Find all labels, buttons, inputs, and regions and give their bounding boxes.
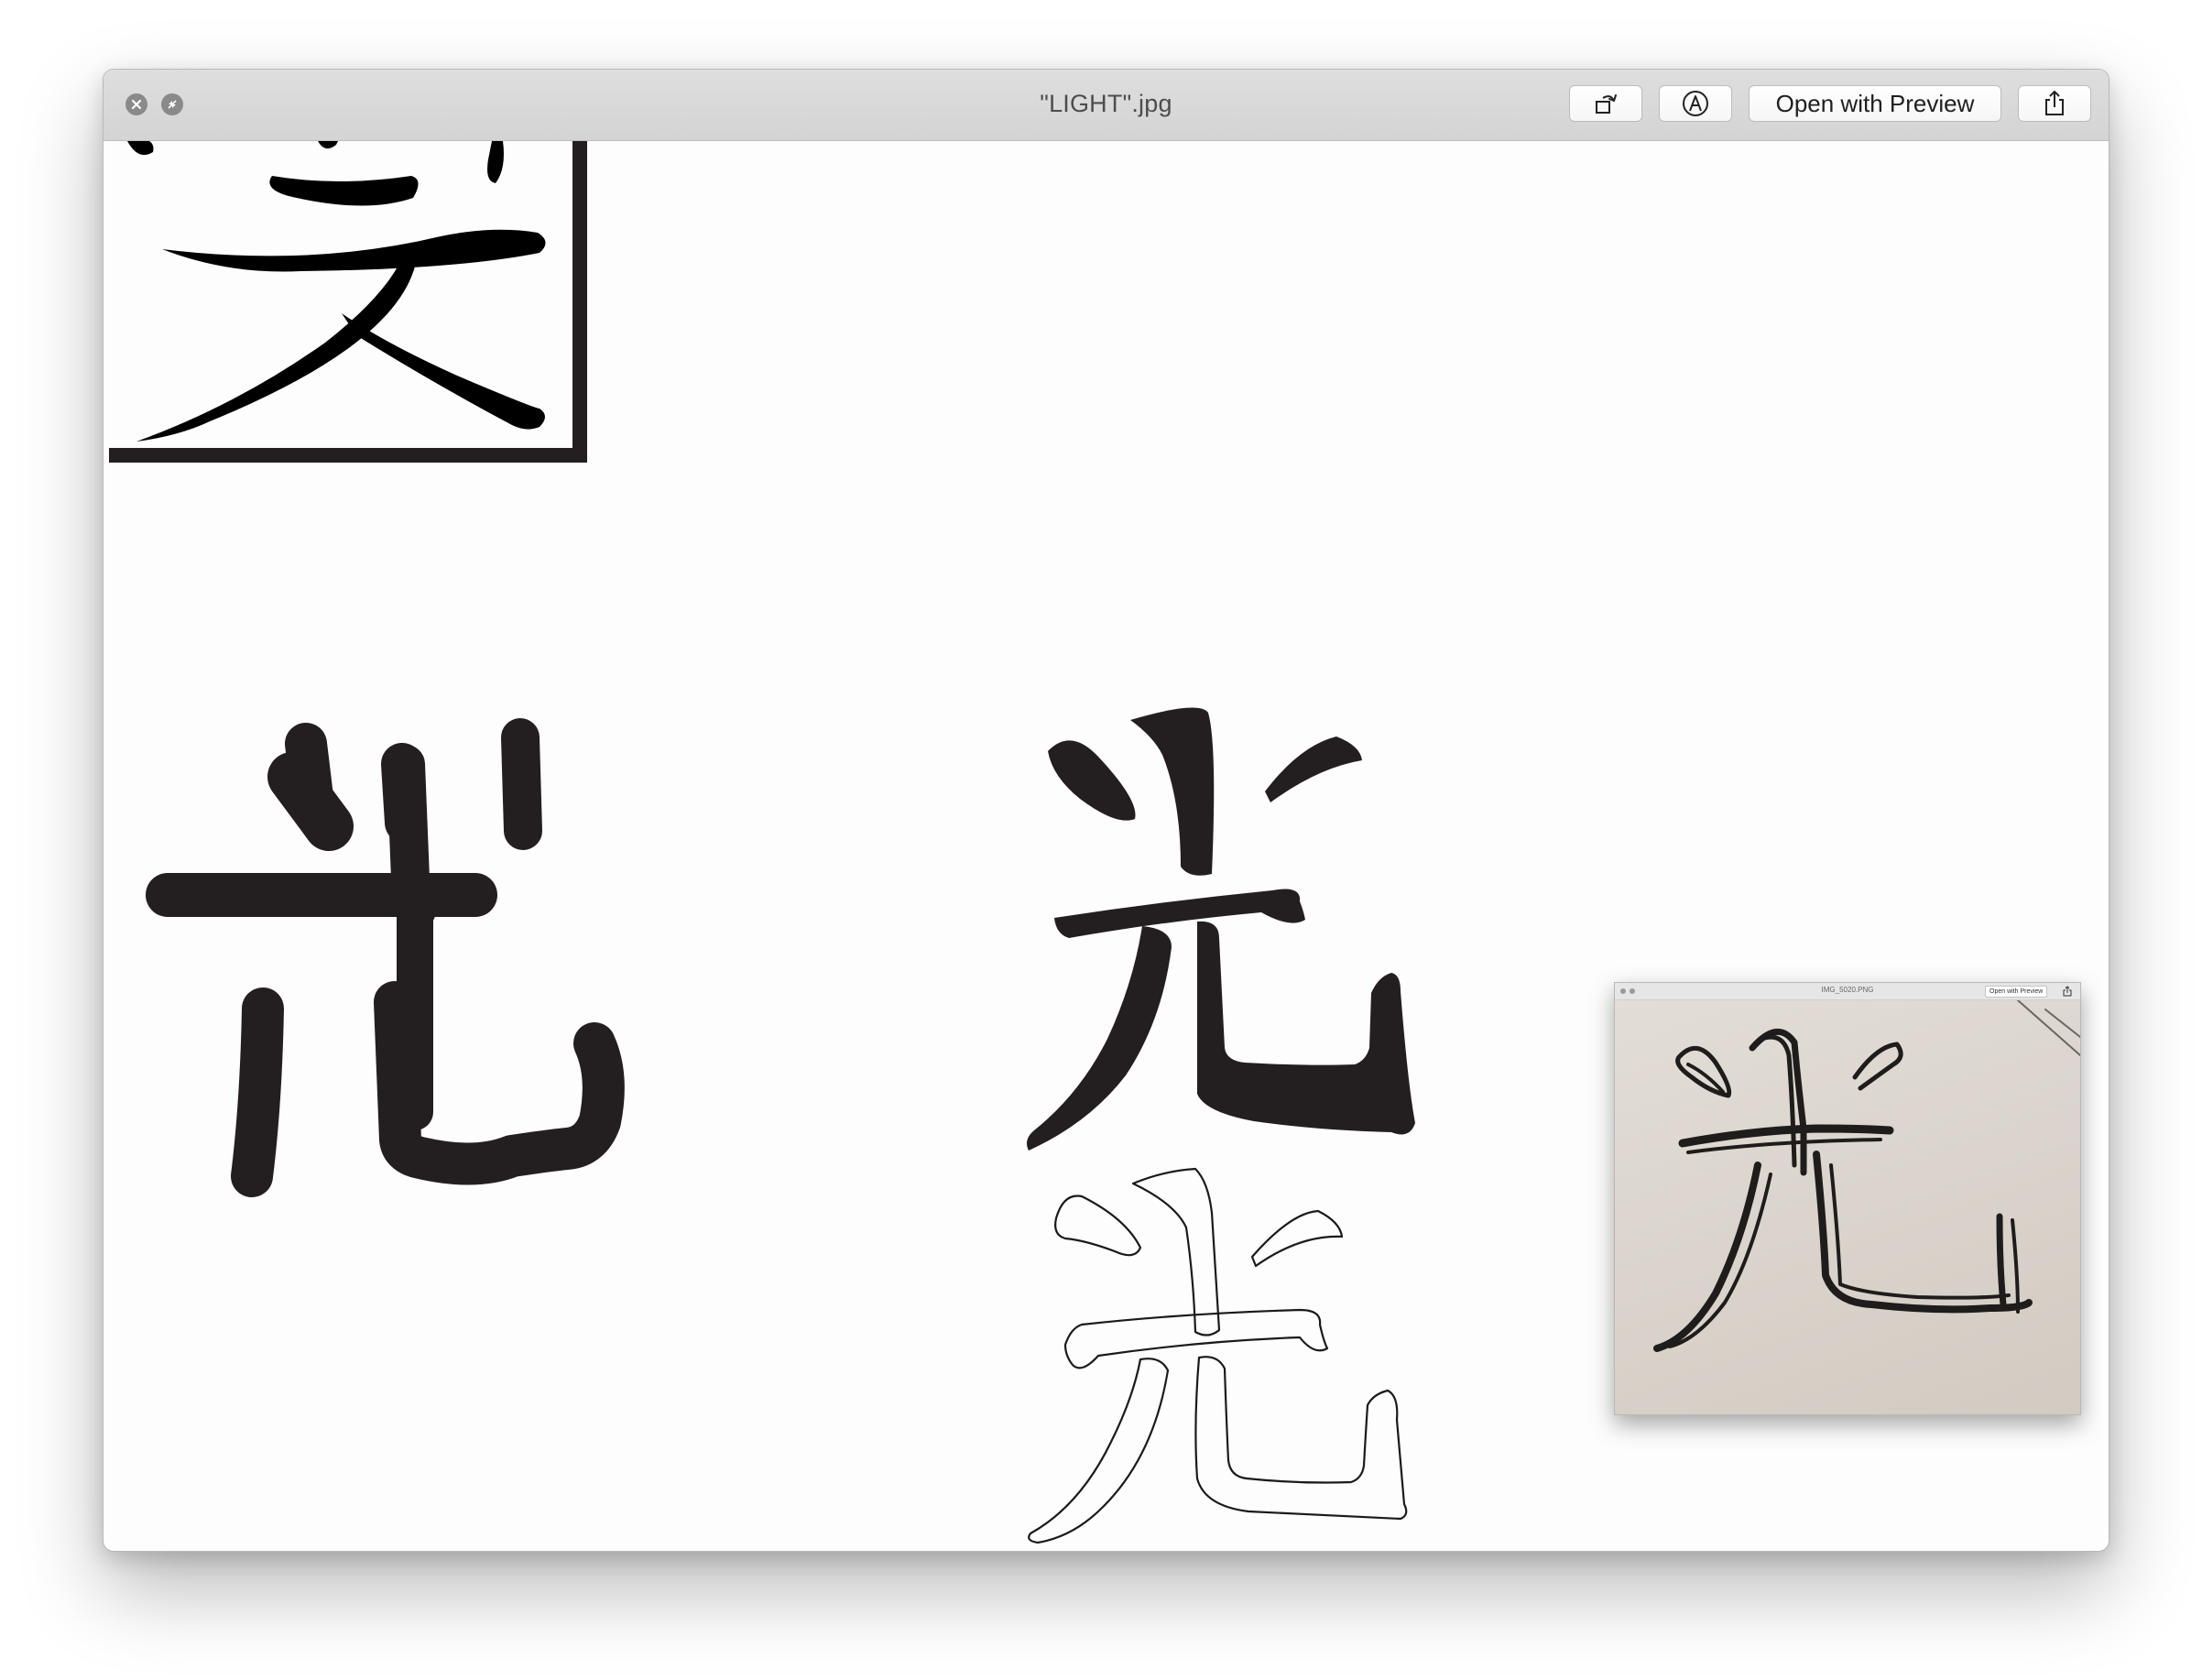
framed-calligraphy-fragment: [109, 141, 587, 463]
open-with-preview-button[interactable]: Open with Preview: [1749, 85, 2001, 122]
share-icon: [2045, 91, 2064, 115]
image-content: IMG_5020.PNG Open with Preview: [109, 141, 2102, 1544]
handwritten-light-kanji: [1653, 999, 2080, 1352]
thumbnail-window[interactable]: IMG_5020.PNG Open with Preview: [1614, 982, 2081, 1415]
open-with-preview-label: Open with Preview: [1775, 89, 1975, 117]
title-bar: "LIGHT".jpg Open with Preview: [104, 70, 2109, 141]
rounded-kanji-light: [146, 718, 625, 1197]
quicklook-window: "LIGHT".jpg Open with Preview IMG_5020.P…: [103, 69, 2109, 1552]
share-button[interactable]: [2018, 85, 2091, 122]
outline-kanji-light: [1028, 1167, 1408, 1544]
handwritten-kanji-photo: [1615, 999, 2080, 1414]
rotate-button[interactable]: [1569, 85, 1642, 122]
markup-button[interactable]: [1659, 85, 1732, 122]
thumbnail-title-bar: IMG_5020.PNG Open with Preview: [1615, 983, 2080, 1000]
thumbnail-share-icon[interactable]: [2062, 986, 2073, 997]
brush-kanji-light: [1027, 707, 1415, 1151]
rotate-icon: [1596, 94, 1617, 114]
thumbnail-open-button[interactable]: Open with Preview: [1985, 986, 2048, 998]
markup-icon: [1683, 91, 1708, 116]
desktop: "LIGHT".jpg Open with Preview IMG_5020.P…: [0, 0, 2202, 1680]
